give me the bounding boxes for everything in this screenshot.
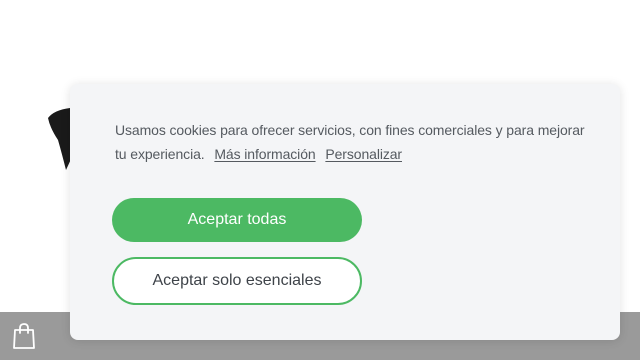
shopping-bag-icon[interactable] bbox=[12, 322, 36, 350]
page: Usamos cookies para ofrecer servicios, c… bbox=[0, 0, 640, 360]
accept-essential-button[interactable]: Aceptar solo esenciales bbox=[112, 257, 362, 305]
cookie-consent-banner: Usamos cookies para ofrecer servicios, c… bbox=[70, 84, 620, 340]
cookie-message: Usamos cookies para ofrecer servicios, c… bbox=[115, 118, 585, 166]
customize-link[interactable]: Personalizar bbox=[325, 146, 402, 162]
accept-all-button[interactable]: Aceptar todas bbox=[112, 198, 362, 242]
more-info-link[interactable]: Más información bbox=[214, 146, 315, 162]
